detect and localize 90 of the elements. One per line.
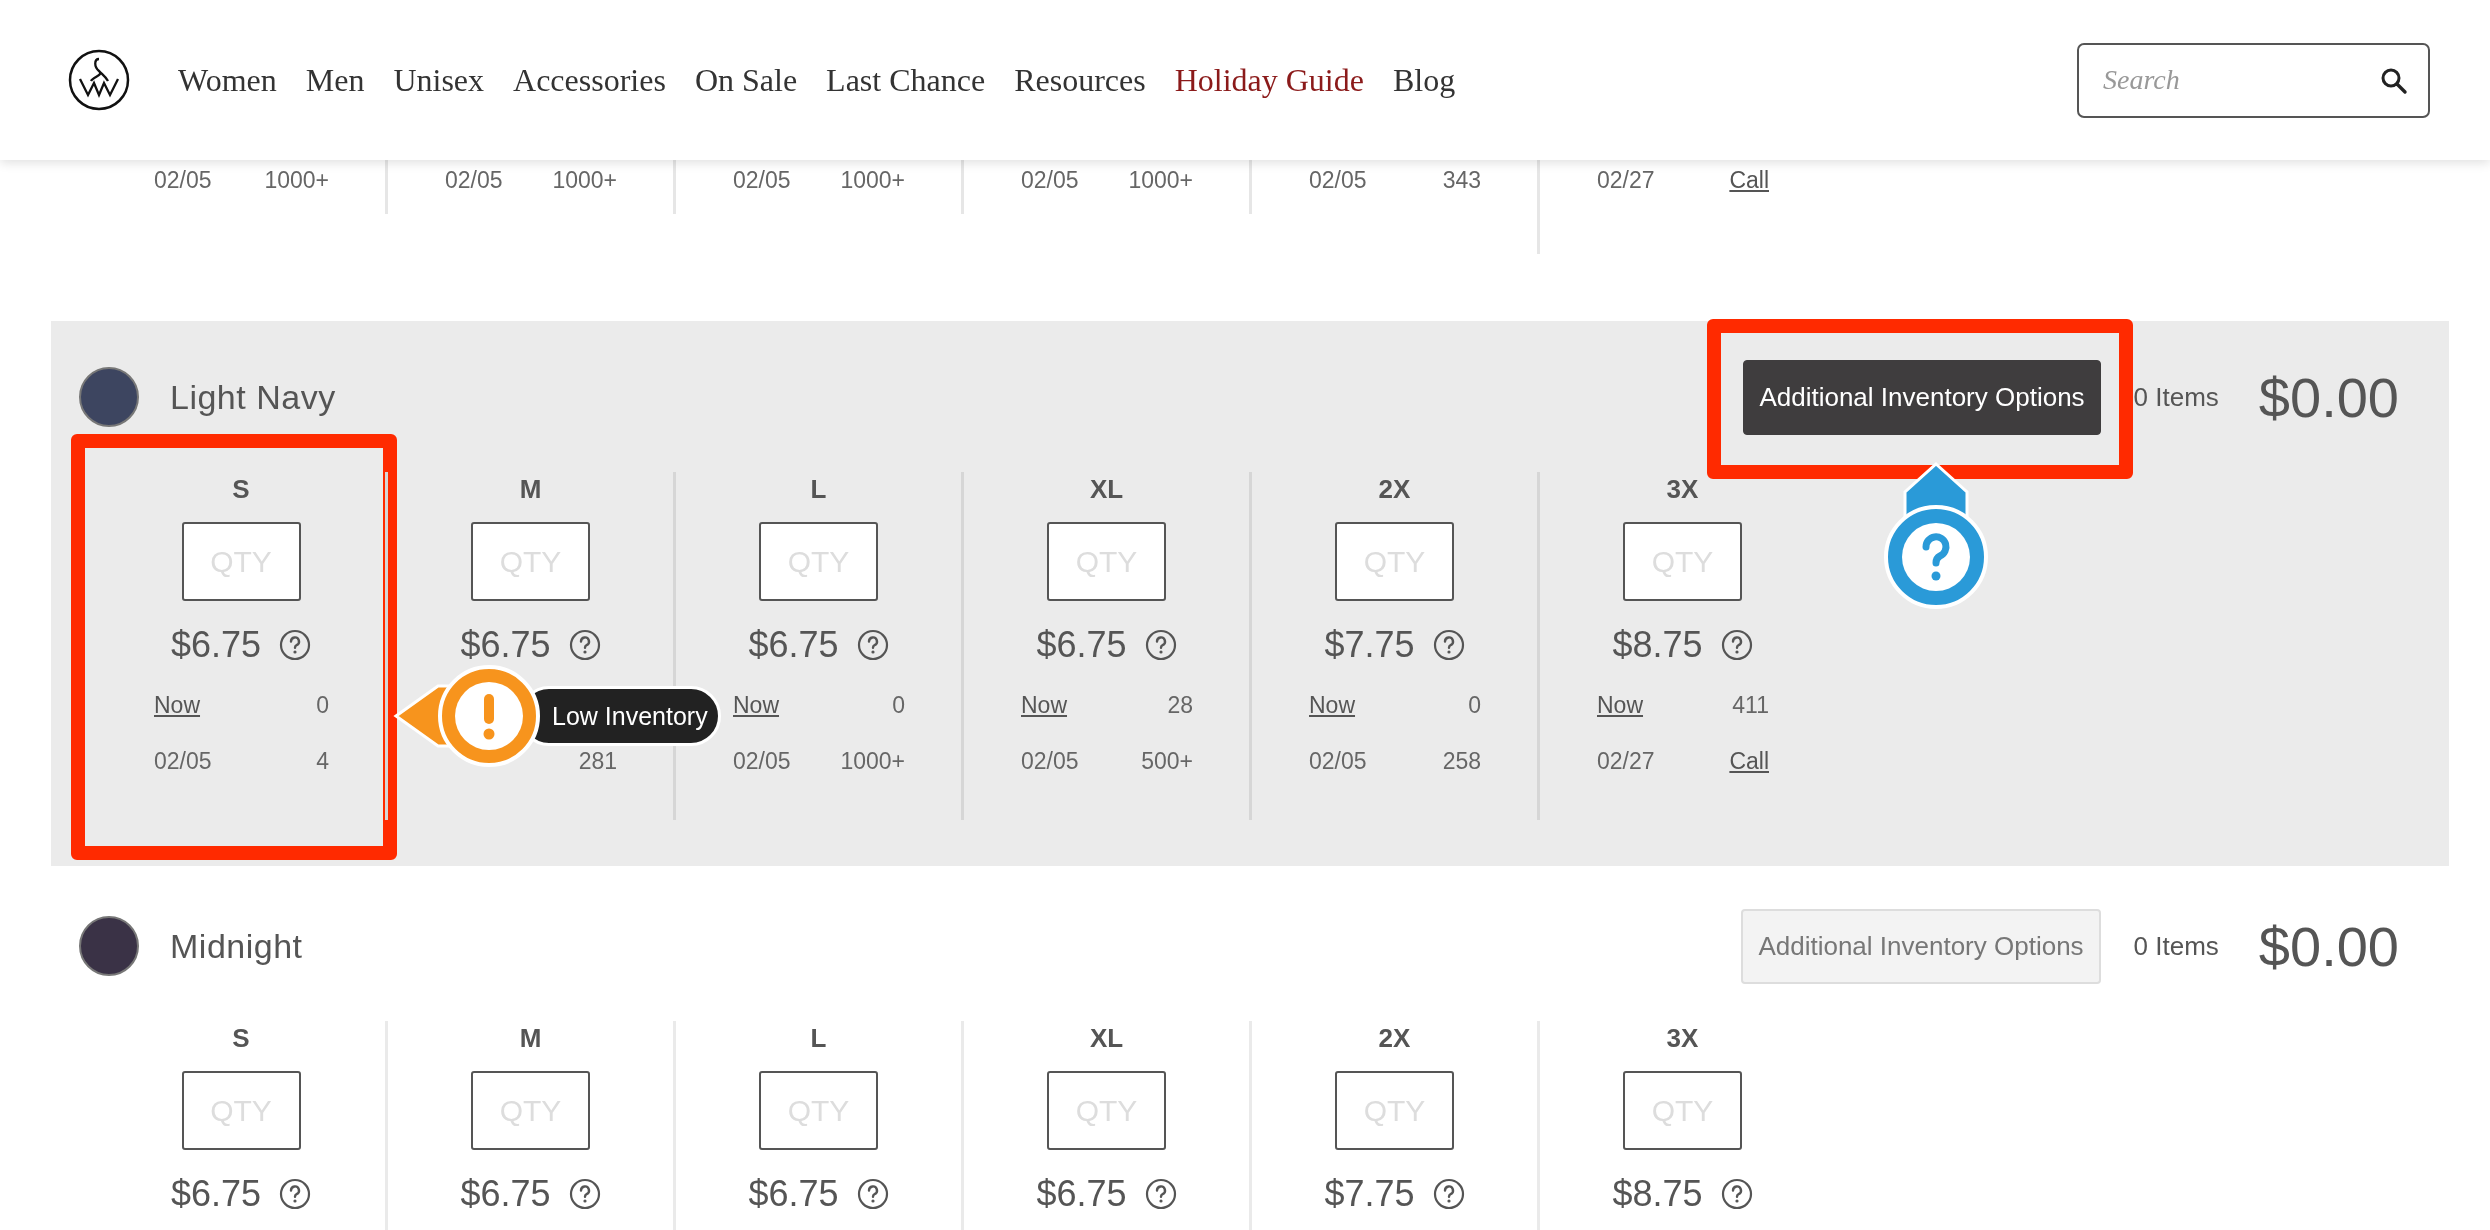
help-icon[interactable] (1720, 629, 1753, 661)
restock-date: 02/05 (733, 166, 791, 194)
help-icon[interactable] (279, 629, 312, 661)
inventory-options-button[interactable]: Additional Inventory Options (1743, 359, 2101, 435)
color-name: Midnight (170, 926, 303, 966)
stock-count: 281 (578, 747, 617, 775)
nav-link[interactable]: Men (305, 61, 365, 99)
nav-link[interactable]: Women (178, 61, 277, 99)
search-icon[interactable] (2380, 66, 2408, 95)
nav-link[interactable]: On Sale (694, 61, 798, 99)
help-icon[interactable] (568, 1178, 601, 1210)
nav-link[interactable]: Last Chance (826, 61, 986, 99)
nav-link[interactable]: Resources (1014, 61, 1146, 99)
size-label: XL (1088, 473, 1125, 506)
restock-date: 02/05 (154, 166, 212, 194)
stock-count: 1000+ (552, 166, 617, 194)
size-label: L (809, 473, 828, 506)
help-icon[interactable] (856, 629, 889, 661)
help-icon[interactable] (1432, 629, 1465, 661)
color-name: Light Navy (170, 377, 336, 417)
total-price: $0.00 (2258, 913, 2399, 979)
stock-count: 0 (316, 691, 329, 719)
size-label: L (809, 1022, 828, 1055)
price: $6.75 (1036, 624, 1127, 666)
size-label: 2X (1377, 473, 1412, 506)
size-label: 3X (1665, 1022, 1700, 1055)
size-label: 2X (1377, 1022, 1412, 1055)
stock-count: 4 (316, 747, 329, 775)
availability-link[interactable]: Now (154, 691, 200, 719)
warning-tooltip-icon (393, 664, 543, 768)
help-icon[interactable] (1144, 1178, 1177, 1210)
price: $6.75 (1036, 1173, 1127, 1215)
stock-count: 28 (1167, 691, 1193, 719)
restock-date: 02/27 (1597, 747, 1655, 775)
restock-date: 02/27 (1597, 166, 1655, 194)
restock-date: 02/05 (733, 747, 791, 775)
stock-count: 1000+ (840, 166, 905, 194)
stock-count: 500+ (1141, 747, 1193, 775)
price: $7.75 (1324, 624, 1415, 666)
size-label: 3X (1665, 473, 1700, 506)
price: $8.75 (1612, 1173, 1703, 1215)
stock-count: 411 (1732, 691, 1769, 719)
call-link[interactable]: Call (1729, 166, 1769, 194)
stock-count: 0 (892, 691, 905, 719)
stock-count: 258 (1442, 747, 1481, 775)
help-icon[interactable] (1432, 1178, 1465, 1210)
nav-link[interactable]: Unisex (393, 61, 485, 99)
stock-count: 343 (1442, 166, 1481, 194)
price: $6.75 (170, 624, 262, 666)
price: $6.75 (460, 1173, 551, 1215)
help-icon[interactable] (1144, 629, 1177, 661)
total-price: $0.00 (2258, 364, 2399, 430)
size-label: S (231, 473, 251, 506)
size-label: M (518, 1022, 543, 1055)
nav-link[interactable]: Holiday Guide (1174, 61, 1364, 99)
stock-count: 0 (1468, 691, 1481, 719)
nav-link[interactable]: Accessories (513, 61, 666, 99)
restock-date: 02/05 (1309, 166, 1367, 194)
price: $7.75 (1324, 1173, 1415, 1215)
stock-count: 1000+ (264, 166, 329, 194)
restock-date: 02/05 (1309, 747, 1367, 775)
call-link[interactable]: Call (1729, 747, 1769, 775)
help-icon[interactable] (279, 1178, 312, 1210)
items-count: 0 Items (2133, 381, 2219, 413)
stock-count: 1000+ (1128, 166, 1193, 194)
restock-date: 02/05 (445, 166, 503, 194)
price: $6.75 (748, 1173, 839, 1215)
stock-count: 1000+ (840, 747, 905, 775)
inventory-options-button[interactable]: Additional Inventory Options (1741, 908, 2101, 984)
price: $8.75 (1612, 624, 1703, 666)
help-icon[interactable] (856, 1178, 889, 1210)
size-label: M (518, 473, 543, 506)
search-field[interactable]: Search (2077, 42, 2430, 118)
availability-link[interactable]: Now (1597, 691, 1643, 719)
brand-logo[interactable] (68, 49, 130, 111)
price: $6.75 (170, 1173, 262, 1215)
availability-link[interactable]: Now (733, 691, 779, 719)
availability-link[interactable]: Now (1021, 691, 1067, 719)
size-label: XL (1088, 1022, 1125, 1055)
price: $6.75 (748, 624, 839, 666)
size-label: S (231, 1022, 251, 1055)
help-icon[interactable] (1720, 1178, 1753, 1210)
restock-date: 02/05 (1021, 166, 1079, 194)
restock-date: 02/05 (154, 747, 212, 775)
price: $6.75 (460, 624, 551, 666)
availability-link[interactable]: Now (1309, 691, 1355, 719)
items-count: 0 Items (2133, 930, 2219, 962)
restock-date: 02/05 (1021, 747, 1079, 775)
help-icon[interactable] (568, 629, 601, 661)
nav-link[interactable]: Blog (1392, 61, 1456, 99)
